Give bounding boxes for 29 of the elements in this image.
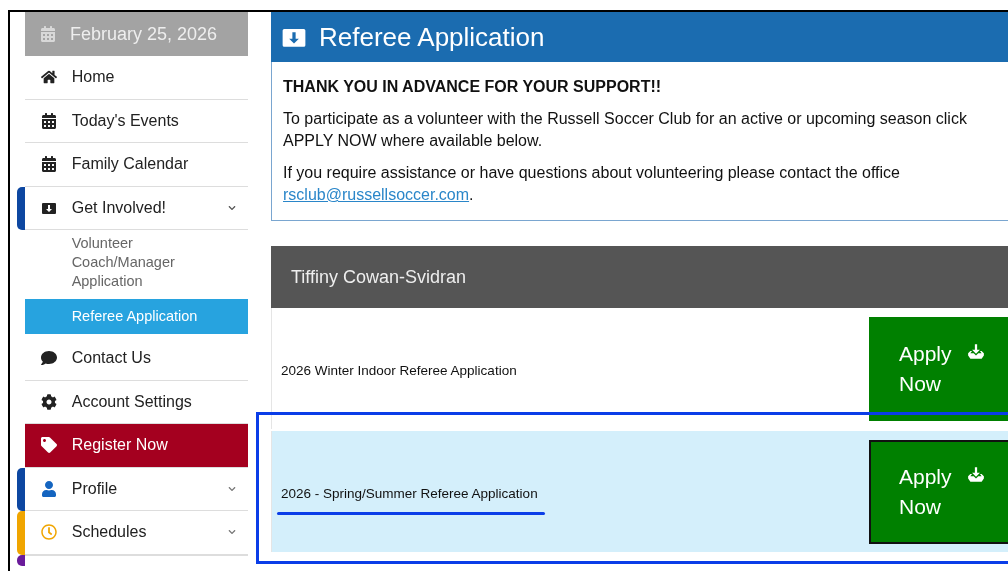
calendar-icon (40, 26, 56, 42)
home-icon (40, 69, 57, 86)
apply-now-button[interactable]: Apply Now (869, 439, 1008, 544)
application-title: 2026 Winter Indoor Referee Application (281, 362, 518, 381)
application-title: 2026 - Spring/Summer Referee Application (281, 485, 539, 504)
calendar-icon (40, 156, 57, 173)
clock-icon (40, 524, 57, 541)
apply-now-button[interactable]: Apply Now (869, 316, 1008, 421)
contact-text: If you require assistance or have questions about volunteering please contact the office (283, 163, 901, 183)
support-heading: THANK YOU IN ADVANCE FOR YOUR SUPPORT!! (283, 77, 663, 97)
tag-icon (40, 437, 57, 454)
download-tray-icon (967, 465, 985, 484)
current-date: February 25, 2026 (70, 22, 218, 46)
person-icon (40, 480, 57, 497)
chevron-icon (228, 484, 236, 493)
chevron-icon (228, 203, 236, 212)
speech-bubble-icon (40, 350, 57, 367)
chevron-icon (228, 528, 236, 537)
settings-icon (40, 393, 57, 410)
email-link[interactable]: rsclub@russellsoccer.com (283, 184, 470, 206)
download-tray-icon (967, 342, 985, 361)
register-button[interactable]: Register Now (24, 424, 248, 468)
calendar-icon (40, 112, 57, 129)
instructions-text: To participate as a volunteer with the Russell Soccer Club for an active or upcoming season click APPLY NOW where available below. (283, 109, 968, 151)
application-row[interactable]: 2026 Winter Indoor Referee Application Apply Now (271, 308, 1008, 429)
member-name: Tiffiny Cowan-Svidran (291, 265, 467, 289)
period-text: . (469, 185, 474, 205)
application-row[interactable]: 2026 - Spring/Summer Referee Application Apply Now (271, 431, 1008, 552)
page-title: Referee Application (319, 20, 545, 54)
